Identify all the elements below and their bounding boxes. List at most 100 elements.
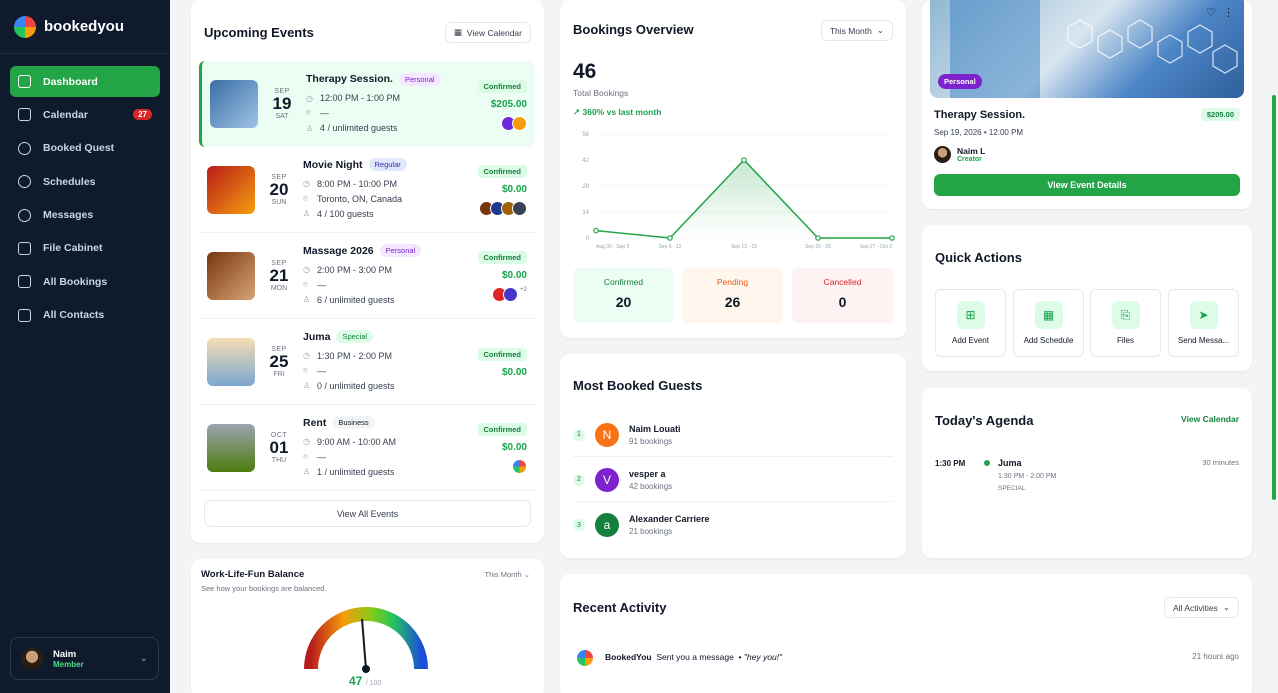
- bookings-icon: [18, 275, 31, 289]
- avatar: V: [595, 467, 619, 492]
- featured-event-price: $205.00: [1200, 108, 1240, 121]
- event-row[interactable]: SEP 21 MON Massage 2026 Personal ◷ 2:00 PM…: [199, 233, 535, 319]
- x-tick-label: Sep 20 - 26: [805, 244, 831, 250]
- event-day: 25: [269, 351, 289, 371]
- location-icon: ⌾: [303, 193, 308, 203]
- brand-name: bookedyou: [44, 18, 125, 35]
- activity-filter-select[interactable]: All Activities ⌄: [1164, 597, 1239, 618]
- event-title: Therapy Session.: [306, 73, 393, 85]
- avatar: [512, 201, 527, 216]
- location-icon: ⌾: [306, 108, 311, 117]
- event-thumbnail: [207, 337, 255, 386]
- user-menu[interactable]: Naim Member ⌄: [10, 637, 159, 680]
- event-tag: Business: [332, 416, 375, 429]
- event-price: $0.00: [501, 442, 527, 453]
- send-icon: ➤: [1189, 301, 1218, 329]
- event-time: 9:00 AM - 10:00 AM: [317, 436, 397, 447]
- total-bookings-value: 46: [573, 60, 597, 83]
- stat-value: 26: [724, 294, 741, 310]
- brand[interactable]: bookedyou: [0, 0, 170, 54]
- view-all-events-button[interactable]: View All Events: [204, 500, 531, 527]
- guest-row[interactable]: 1 N Naim Louati 91 bookings: [573, 413, 893, 457]
- stat-label: Confirmed: [603, 277, 644, 287]
- data-point: [667, 235, 673, 241]
- rank-badge: 1: [573, 428, 585, 441]
- activity-time: 21 hours ago: [1192, 652, 1239, 661]
- sidebar-item-calendar[interactable]: Calendar 27: [10, 99, 160, 130]
- event-row[interactable]: SEP 19 SAT Therapy Session. Personal ◷ 12:…: [199, 61, 535, 147]
- sidebar-item-messages[interactable]: Messages: [10, 200, 160, 231]
- sidebar-item-all-contacts[interactable]: All Contacts: [10, 300, 160, 331]
- confirmed-stat: Confirmed 20: [573, 268, 674, 323]
- event-row[interactable]: OCT 01 THU Rent Business ◷ 9:00 AM - 10:00…: [199, 405, 535, 491]
- guest-row[interactable]: 3 a Alexander Carriere 21 bookings: [573, 503, 893, 547]
- event-guests: 4 / unlimited guests: [320, 123, 398, 133]
- guest-bookings: 91 bookings: [629, 436, 673, 446]
- event-thumbnail: [207, 423, 255, 472]
- sidebar-item-schedules[interactable]: Schedules: [10, 166, 160, 197]
- sidebar-item-all-bookings[interactable]: All Bookings: [10, 266, 160, 297]
- sidebar-item-file-cabinet[interactable]: File Cabinet: [10, 233, 160, 264]
- y-tick-label: 0: [586, 236, 590, 242]
- more-options-icon[interactable]: ⋮: [1223, 6, 1234, 19]
- event-weekday: SUN: [271, 198, 287, 206]
- dashboard-icon: [18, 75, 31, 88]
- event-title: Juma: [303, 330, 331, 343]
- rank-badge: 3: [573, 519, 585, 531]
- calendar-icon: [18, 108, 31, 122]
- view-event-details-button[interactable]: View Event Details: [934, 174, 1240, 196]
- activity-action: Sent you a message: [656, 652, 734, 662]
- trend-up-icon: ↗: [573, 107, 581, 117]
- guest-name: Naim Louati: [629, 423, 681, 434]
- event-tag: Personal: [398, 72, 441, 86]
- bookings-chart: 56 42 28 14 0 Aug 30 - Sep 5 Sep 6 - 12 Sep 13 …: [582, 132, 895, 250]
- files-button[interactable]: ⎘ Files: [1090, 289, 1161, 357]
- user-name: Naim: [53, 648, 77, 660]
- agenda-event-title[interactable]: Juma: [998, 458, 1022, 468]
- scrollbar[interactable]: [1272, 95, 1276, 500]
- period-select[interactable]: This Month ⌄: [485, 570, 530, 579]
- period-select[interactable]: This Month ⌄: [820, 20, 893, 41]
- activity-quote: "hey you!": [743, 652, 783, 662]
- sidebar-item-label: Booked Quest: [43, 142, 115, 155]
- activity-item[interactable]: BookedYou Sent you a message • "hey you!…: [605, 652, 782, 662]
- heart-icon[interactable]: ♡: [1206, 6, 1216, 19]
- card-title: Recent Activity: [573, 600, 667, 615]
- event-weekday: MON: [270, 284, 288, 292]
- guest-avatars: [457, 459, 527, 474]
- event-time: 1:30 PM - 2:00 PM: [317, 350, 393, 361]
- score-value: 47: [349, 674, 363, 688]
- button-label: View Calendar: [466, 27, 522, 38]
- event-row[interactable]: SEP 20 SUN Movie Night Regular ◷ 8:00 PM -…: [199, 147, 535, 233]
- avatar: [512, 115, 527, 131]
- button-label: Files: [1117, 336, 1134, 345]
- event-location: —: [320, 108, 329, 118]
- status-badge: Confirmed: [477, 165, 527, 178]
- featured-event-card: Personal ♡ ⋮ Therapy Session. $205.00 Se…: [922, 0, 1252, 209]
- bookedyou-logo-icon: [577, 650, 593, 666]
- trend-text: ↗ 360% vs last month: [573, 107, 661, 118]
- button-label: Add Event: [952, 336, 989, 345]
- clock-icon: ◷: [303, 351, 310, 360]
- sidebar-item-booked-quest[interactable]: Booked Quest: [10, 133, 160, 164]
- sidebar-item-dashboard[interactable]: Dashboard: [10, 66, 160, 97]
- event-guests: 1 / unlimited guests: [317, 466, 395, 477]
- avatar: [503, 287, 519, 302]
- total-bookings-label: Total Bookings: [573, 88, 629, 98]
- sidebar-item-label: All Contacts: [43, 309, 105, 322]
- x-tick-label: Sep 6 - 12: [658, 244, 681, 250]
- send-message-button[interactable]: ➤ Send Messa...: [1168, 289, 1239, 357]
- add-schedule-button[interactable]: ▦ Add Schedule: [1013, 289, 1084, 357]
- view-calendar-button[interactable]: ▦ View Calendar: [444, 22, 531, 43]
- recent-activity-card: Recent Activity All Activities ⌄ BookedYo…: [560, 574, 1252, 693]
- view-calendar-link[interactable]: View Calendar: [1181, 414, 1239, 424]
- event-row[interactable]: SEP 25 FRI Juma Special ◷ 1:30 PM - 2:00 P…: [199, 319, 535, 405]
- stat-label: Cancelled: [823, 277, 862, 287]
- event-time: 2:00 PM - 3:00 PM: [317, 264, 393, 275]
- avatar: N: [595, 422, 619, 447]
- guest-avatars: [457, 201, 527, 216]
- guest-row[interactable]: 2 V vesper a 42 bookings: [573, 458, 893, 502]
- guests-icon: ♙: [303, 381, 311, 390]
- guests-icon: ♙: [303, 467, 311, 476]
- add-event-button[interactable]: ⊞ Add Event: [935, 289, 1006, 357]
